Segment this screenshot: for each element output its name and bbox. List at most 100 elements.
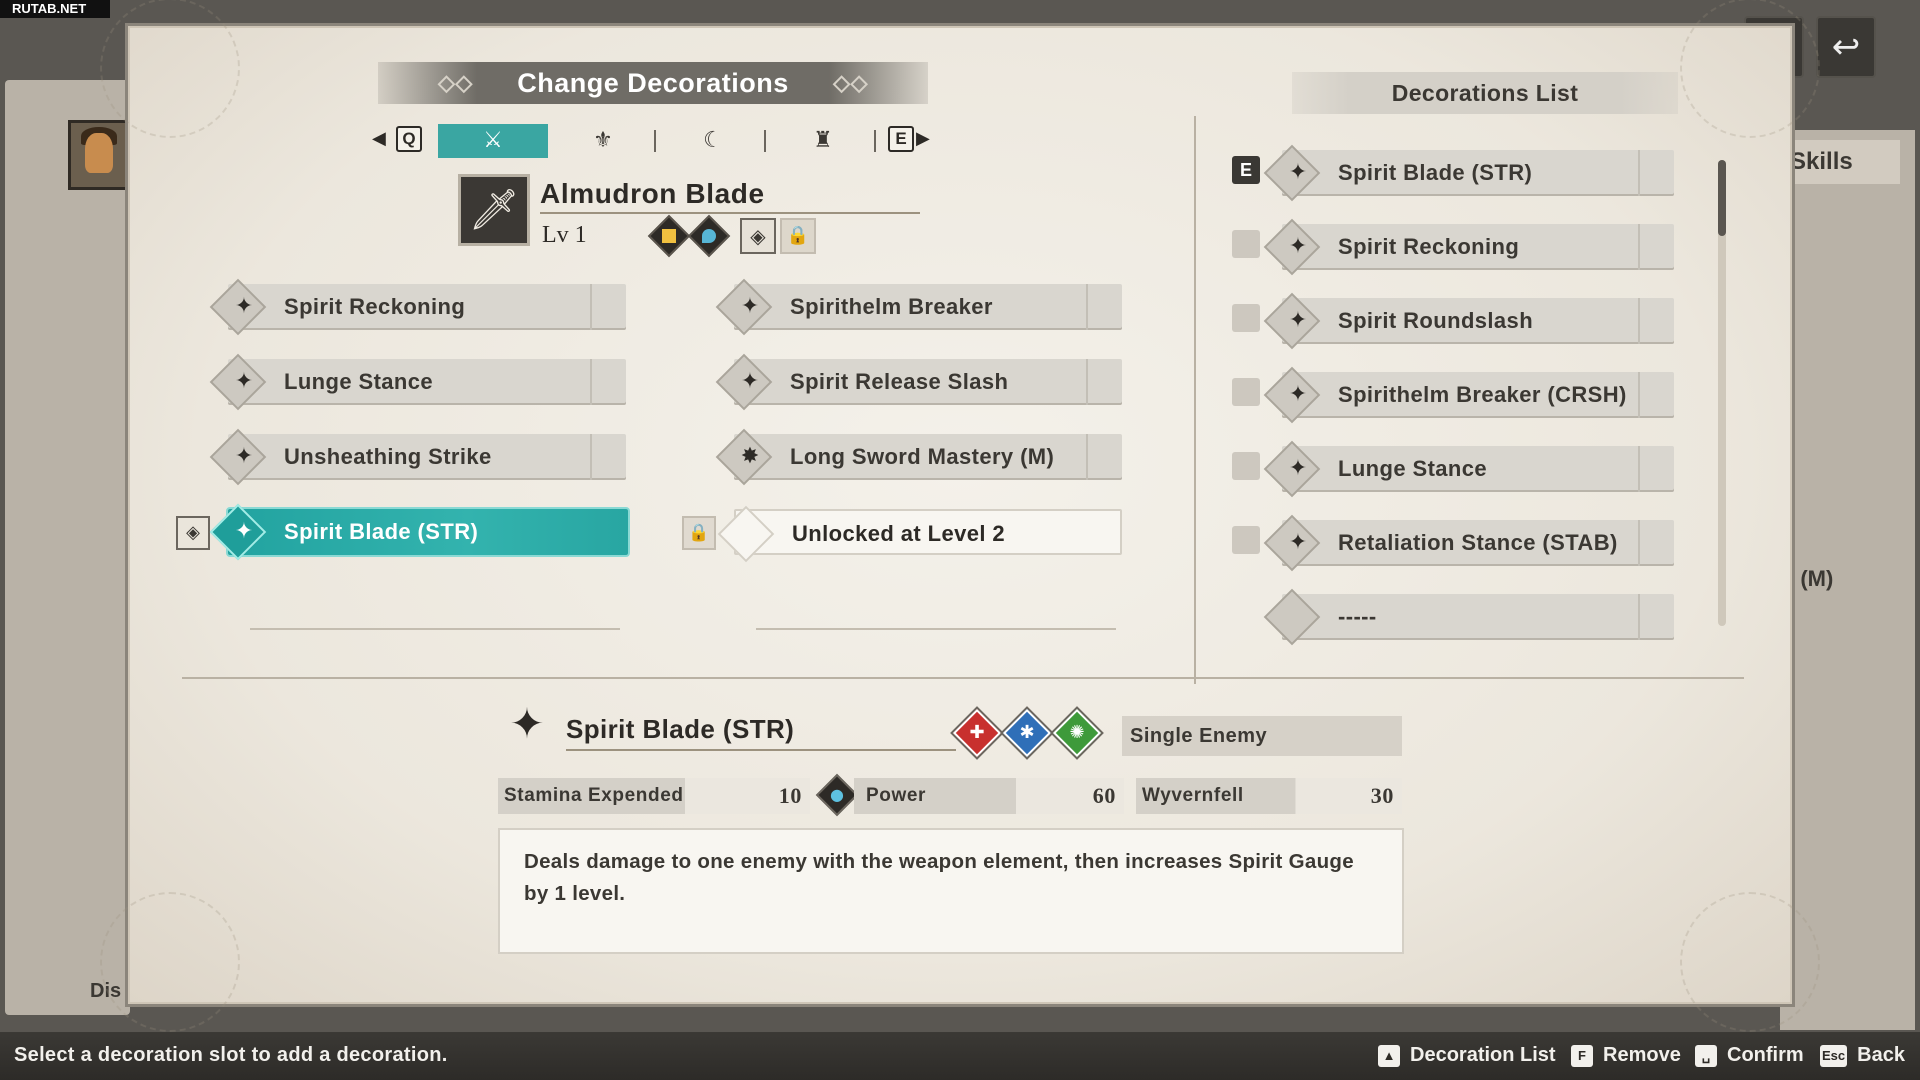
stat-wyvernfell: Wyvernfell 30 (1136, 778, 1402, 814)
corner-ornament (1680, 892, 1820, 1032)
water-slot-icon (687, 214, 731, 258)
page-title-banner: ◇◇ Change Decorations ◇◇ (378, 62, 928, 104)
divider (756, 628, 1116, 630)
skill-description-text: Deals damage to one enemy with the weapo… (524, 850, 1354, 905)
scrollbar-thumb[interactable] (1718, 160, 1726, 236)
head-armor-tab-icon: ⚜ (593, 128, 613, 153)
tab-body-armor[interactable]: ♜ (768, 124, 878, 158)
control-label: Back (1857, 1044, 1905, 1066)
skill-slot-label: Unsheathing Strike (284, 444, 492, 469)
skill-slot[interactable]: ✦ Spirithelm Breaker (715, 278, 1122, 336)
skill-slot[interactable]: ✦ Spirit Reckoning (209, 278, 626, 336)
equipment-tabs: ◀ Q ⚔ ⚜ ☾ ♜ E ▶ (370, 124, 930, 158)
decoration-list-item[interactable]: ✦ Spirithelm Breaker (CRSH) (1263, 366, 1674, 424)
checkbox[interactable] (1232, 378, 1260, 406)
skill-slot-label: Spirit Release Slash (790, 369, 1009, 394)
long-sword-icon: 🗡 (458, 174, 530, 246)
key-icon: Esc (1820, 1044, 1848, 1067)
vertical-divider (1194, 116, 1196, 684)
tab-head-armor[interactable]: ⚜ (548, 124, 658, 158)
key-icon: ▲ (1378, 1044, 1400, 1067)
decoration-gem-icon: ◈ (176, 516, 210, 550)
mastery-icon: ✸ (740, 444, 760, 469)
corner-ornament (100, 892, 240, 1032)
spirit-blade-icon: ✦ (234, 369, 254, 394)
spirit-blade-icon: ✦ (1288, 530, 1308, 555)
corner-ornament (1680, 0, 1820, 138)
decoration-list-item[interactable]: ✦ Spirit Reckoning (1263, 218, 1674, 276)
key-icon: F (1571, 1044, 1593, 1067)
background-left-panel (5, 80, 130, 1015)
chevron-left-icon[interactable]: ◀ (372, 128, 386, 149)
strength-element-icon: ✚ (952, 708, 1002, 758)
corner-ornament (100, 0, 240, 138)
stat-label: Stamina Expended (504, 785, 684, 806)
skill-slot[interactable]: ✸ Long Sword Mastery (M) (715, 428, 1122, 486)
confirm-control[interactable]: ␣ Confirm (1695, 1044, 1804, 1067)
watermark: RUTAB.NET (0, 0, 110, 18)
checkbox[interactable] (1232, 304, 1260, 332)
decorations-list-title: Decorations List (1292, 72, 1678, 114)
spirit-blade-icon: ✦ (740, 294, 760, 319)
decoration-list-control[interactable]: ▲ Decoration List (1378, 1044, 1556, 1067)
ornament-icon: ◇◇ (833, 70, 868, 95)
skill-slot-label: Spirithelm Breaker (790, 294, 993, 319)
skill-slot[interactable]: ✦ Spirit Release Slash (715, 353, 1122, 411)
back-control[interactable]: Esc Back (1820, 1044, 1905, 1067)
divider (250, 628, 620, 630)
decoration-list-item-label: Spirit Blade (STR) (1338, 160, 1533, 185)
remove-control[interactable]: F Remove (1571, 1044, 1681, 1067)
spirit-blade-icon: ✦ (1288, 160, 1308, 185)
skill-slot-selected[interactable]: ✦ Spirit Blade (STR) (209, 503, 628, 561)
spirit-blade-icon: ✦ (740, 369, 760, 394)
key-icon: ␣ (1695, 1044, 1717, 1067)
stat-label: Wyvernfell (1142, 785, 1244, 806)
technique-element-icon: ✱ (1002, 708, 1052, 758)
chevron-right-icon[interactable]: ▶ (916, 128, 930, 149)
thunder-slot-icon (647, 214, 691, 258)
arm-armor-tab-icon: ☾ (703, 128, 723, 153)
body-armor-tab-icon: ♜ (813, 128, 833, 153)
bottom-control-bar: Select a decoration slot to add a decora… (0, 1032, 1920, 1080)
skill-slot[interactable]: ✦ Lunge Stance (209, 353, 626, 411)
checkbox[interactable] (1232, 526, 1260, 554)
lock-icon: 🔒 (682, 516, 716, 550)
stat-power: Power 60 (854, 778, 1124, 814)
decoration-gem-icon: ◈ (740, 218, 776, 254)
decoration-list-item[interactable]: ✦ Lunge Stance (1263, 440, 1674, 498)
spirit-blade-icon: ✦ (234, 294, 254, 319)
equipped-marker: E (1232, 156, 1260, 184)
decoration-list-item-label: Lunge Stance (1338, 456, 1488, 481)
decoration-list-item-label: Spirithelm Breaker (CRSH) (1338, 382, 1627, 407)
speed-element-icon: ✺ (1052, 708, 1102, 758)
background-skills-tab: Skills (1780, 140, 1900, 184)
decoration-list-item-empty[interactable]: ----- (1263, 588, 1674, 646)
skill-description: Deals damage to one enemy with the weapo… (498, 828, 1404, 954)
stat-value: 60 (1092, 783, 1116, 808)
skill-slot-label: Unlocked at Level 2 (792, 521, 1006, 546)
control-label: Confirm (1727, 1044, 1804, 1066)
return-arrow-icon[interactable]: ↩ (1816, 16, 1876, 78)
skill-slot-label: Long Sword Mastery (M) (790, 444, 1055, 469)
decoration-list-item[interactable]: ✦ Spirit Roundslash (1263, 292, 1674, 350)
checkbox[interactable] (1232, 230, 1260, 258)
decoration-list-item-label: ----- (1338, 604, 1377, 629)
spirit-blade-icon: ✦ (1288, 308, 1308, 333)
skill-slot-label: Lunge Stance (284, 369, 434, 394)
decoration-list-item-label: Retaliation Stance (STAB) (1338, 530, 1618, 555)
spirit-blade-icon: ✦ (1288, 456, 1308, 481)
spirit-blade-icon: ✦ (234, 519, 254, 544)
spirit-blade-icon: ✦ (1288, 382, 1308, 407)
decoration-list-item[interactable]: ✦ Spirit Blade (STR) (1263, 144, 1674, 202)
tab-separator (874, 130, 876, 152)
key-hint-e: E (888, 126, 914, 152)
weapon-level: Lv 1 (542, 222, 587, 248)
checkbox[interactable] (1232, 452, 1260, 480)
tab-arm-armor[interactable]: ☾ (658, 124, 768, 158)
tab-weapon[interactable]: ⚔ (438, 124, 548, 158)
avatar (68, 120, 130, 190)
decoration-list-item[interactable]: ✦ Retaliation Stance (STAB) (1263, 514, 1674, 572)
detail-title: Spirit Blade (STR) (566, 714, 956, 751)
skill-slot[interactable]: ✦ Unsheathing Strike (209, 428, 626, 486)
decoration-list-item-label: Spirit Roundslash (1338, 308, 1534, 333)
